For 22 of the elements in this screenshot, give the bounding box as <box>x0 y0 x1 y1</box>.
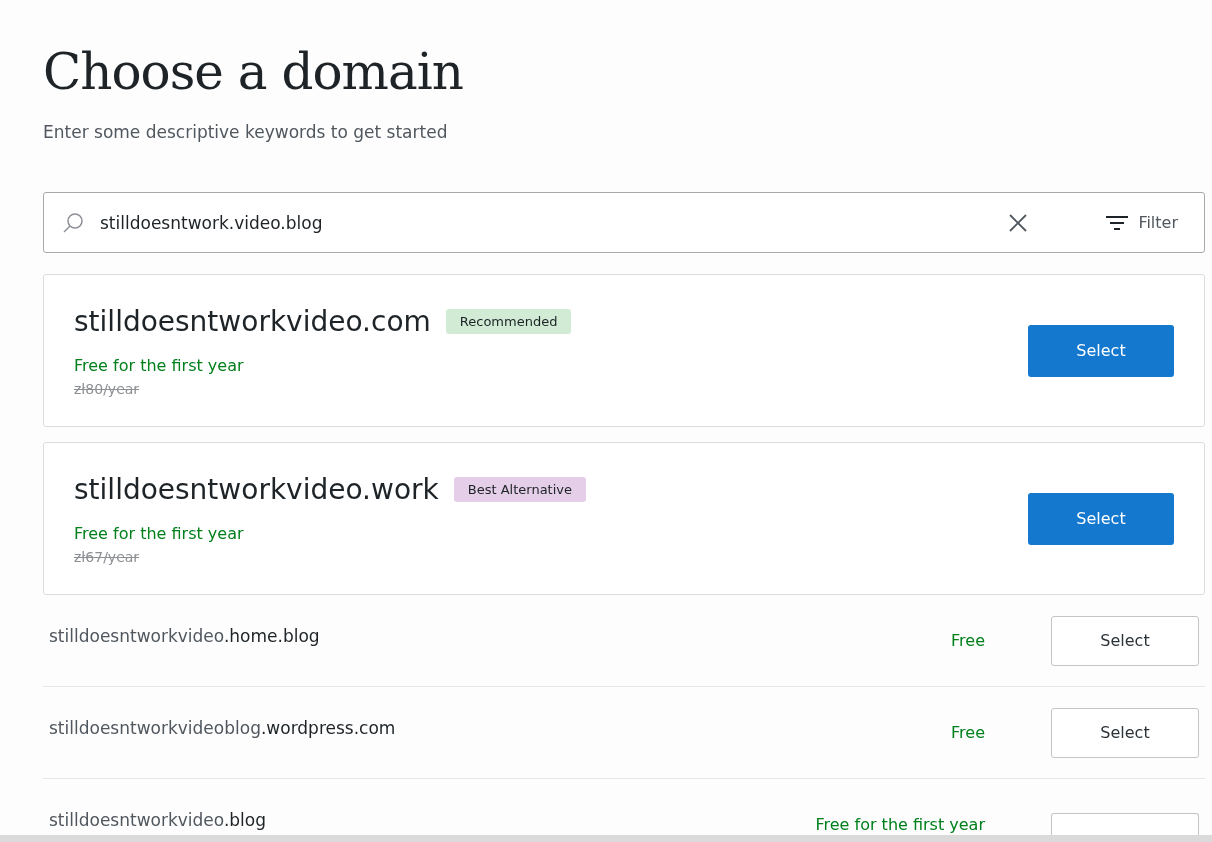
domain-badge: Best Alternative <box>453 476 586 502</box>
domain-badge: Recommended <box>445 308 572 334</box>
domain-price: Free for the first year <box>815 815 985 834</box>
domain-name: stilldoesntworkvideo.work <box>74 472 439 506</box>
page-title: Choose a domain <box>43 42 464 103</box>
domain-price: Free for the first year <box>74 523 244 543</box>
select-button[interactable]: Select <box>1051 615 1199 666</box>
select-button[interactable]: Select <box>1028 324 1174 377</box>
domain-price: Free <box>951 723 985 742</box>
domain-price: Free for the first year <box>74 355 244 375</box>
page-subtitle: Enter some descriptive keywords to get started <box>43 122 448 142</box>
domain-name: stilldoesntworkvideo.com <box>74 304 431 338</box>
search-field[interactable]: stilldoesntwork.video.blog Filter <box>43 192 1205 253</box>
domain-name: stilldoesntworkvideo.home.blog <box>49 625 321 646</box>
original-price: zł67/year <box>74 548 140 565</box>
domain-price: Free <box>951 631 985 650</box>
domain-name: stilldoesntworkvideoblog.wordpress.com <box>49 717 397 738</box>
filter-button[interactable]: Filter <box>1106 213 1178 232</box>
original-price: zł80/year <box>74 380 140 397</box>
select-button[interactable]: Select <box>1028 492 1174 545</box>
select-button[interactable]: Select <box>1051 707 1199 758</box>
domain-name: stilldoesntworkvideo.blog <box>49 809 268 830</box>
